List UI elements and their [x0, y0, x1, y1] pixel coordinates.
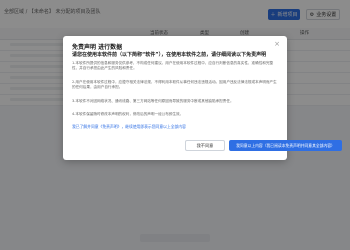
disclaimer-paragraph-4: 4.本软件保留随时修改本声明的权利，修改后的声明一经公布即生效。: [72, 112, 184, 116]
disclaimer-paragraph-1: 1.本软件所提供的信息和服务仅供参考，不构成任何建议。用户在使用本软件过程中，应…: [72, 61, 274, 71]
accept-button[interactable]: 我同意以上内容（我已阅读本免责声明并同意其全部内容）: [229, 140, 342, 151]
disclaimer-dialog: 免责声明 进行数据 × 请您在使用本软件前（以下简称“软件”），在使用本软件之前…: [63, 36, 342, 160]
dialog-subtitle: 请您在使用本软件前（以下简称“软件”），在使用本软件之前，请仔细阅读以下免责声明: [72, 52, 267, 58]
disclaimer-paragraph-2: 2.用户在使用本软件过程中，应遵守相关法律法规，不得利用本软件从事任何违法违规活…: [72, 80, 277, 90]
agreement-link[interactable]: 我已了解并同意《免责声明》，继续使用即表示您同意以上全部内容: [72, 124, 186, 130]
close-icon[interactable]: ×: [274, 41, 280, 48]
decline-button[interactable]: 我不同意: [185, 140, 225, 151]
dialog-title: 免责声明 进行数据: [72, 44, 123, 51]
disclaimer-paragraph-3: 3.本软件不对因网络状况、通讯线路、第三方网站等任何原因而导致的服务中断或其他缺…: [72, 99, 234, 103]
